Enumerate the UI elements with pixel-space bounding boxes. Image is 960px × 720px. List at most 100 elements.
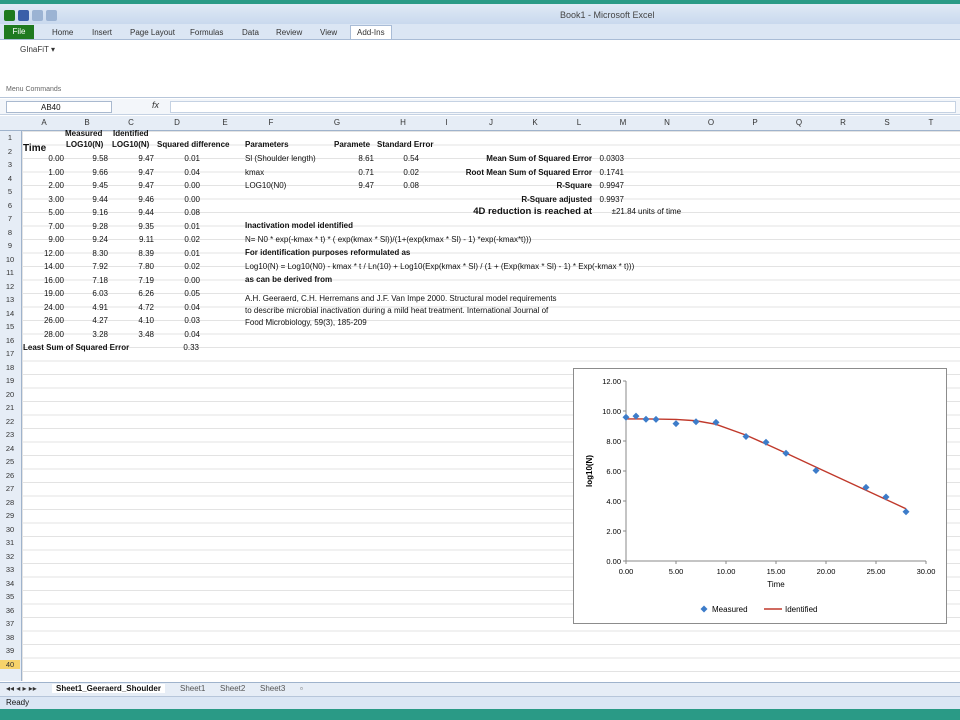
header-standard-error[interactable]: Standard Error — [377, 139, 433, 151]
data-cell[interactable]: 3.28 — [66, 329, 108, 341]
row-header[interactable]: 38 — [0, 633, 20, 642]
data-cell[interactable]: 9.66 — [66, 167, 108, 179]
data-cell[interactable]: 26.00 — [22, 315, 64, 327]
data-cell[interactable]: 9.58 — [66, 153, 108, 165]
tab-add-ins[interactable]: Add-Ins — [350, 25, 392, 39]
header-parameters[interactable]: Parameters — [245, 139, 289, 151]
data-cell[interactable]: 4.27 — [66, 315, 108, 327]
stat-value[interactable]: 0.0303 — [582, 153, 624, 165]
row-header[interactable]: 24 — [0, 444, 20, 453]
data-cell[interactable]: 7.80 — [112, 261, 154, 273]
inactivation-chart[interactable]: 0.00 2.00 4.00 6.00 8.00 10.00 12.00 0.00 5.00 10… — [573, 368, 947, 624]
row-header[interactable]: 35 — [0, 592, 20, 601]
tab-insert[interactable]: Insert — [92, 26, 112, 40]
row-header[interactable]: 17 — [0, 349, 20, 358]
data-cell[interactable]: 4.72 — [112, 302, 154, 314]
data-cell[interactable]: 0.00 — [22, 153, 64, 165]
stat-value[interactable]: 0.9947 — [582, 180, 624, 192]
row-header[interactable]: 28 — [0, 498, 20, 507]
reformulated-title[interactable]: For identification purposes reformulated… — [245, 247, 410, 259]
row-header[interactable]: 2 — [0, 147, 20, 156]
tab-formulas[interactable]: Formulas — [190, 26, 223, 40]
row-header[interactable]: 3 — [0, 160, 20, 169]
param-value[interactable]: 8.61 — [332, 153, 374, 165]
data-cell[interactable]: 7.19 — [112, 275, 154, 287]
column-header[interactable]: J — [469, 118, 513, 127]
model-title[interactable]: Inactivation model identified — [245, 220, 353, 232]
param-name[interactable]: kmax — [245, 167, 264, 179]
row-header[interactable]: 7 — [0, 214, 20, 223]
row-header[interactable]: 36 — [0, 606, 20, 615]
row-header[interactable]: 5 — [0, 187, 20, 196]
data-cell[interactable]: 9.35 — [112, 221, 154, 233]
column-header[interactable]: N — [645, 118, 689, 127]
header-squared-difference[interactable]: Squared difference — [157, 139, 229, 151]
row-header[interactable]: 1 — [0, 133, 20, 142]
derived-from-label[interactable]: as can be derived from — [245, 274, 332, 286]
formula-input[interactable] — [170, 101, 956, 113]
undo-icon[interactable] — [32, 10, 43, 21]
row-header[interactable]: 8 — [0, 228, 20, 237]
column-header[interactable]: U — [953, 118, 960, 127]
data-cell[interactable]: 9.44 — [112, 207, 154, 219]
row-header[interactable]: 4 — [0, 174, 20, 183]
row-header[interactable]: 29 — [0, 511, 20, 520]
header-parameter-value[interactable]: Paramete — [334, 139, 370, 151]
row-header[interactable]: 26 — [0, 471, 20, 480]
tab-page-layout[interactable]: Page Layout — [130, 26, 175, 40]
row-header[interactable]: 31 — [0, 538, 20, 547]
stat-label[interactable]: Root Mean Sum of Squared Error — [422, 167, 592, 179]
reduction-unit[interactable]: units of time — [638, 206, 681, 218]
redo-icon[interactable] — [46, 10, 57, 21]
data-cell[interactable]: 7.00 — [22, 221, 64, 233]
reformulated-formula[interactable]: Log10(N) = Log10(N0) - kmax * t / Ln(10)… — [245, 261, 634, 273]
ginafit-menu-button[interactable]: GInaFiT ▾ — [20, 45, 55, 54]
stat-label[interactable]: R-Square adjusted — [422, 194, 592, 206]
insert-function-icon[interactable]: fx — [152, 100, 159, 110]
tab-data[interactable]: Data — [242, 26, 259, 40]
data-cell[interactable]: 4.91 — [66, 302, 108, 314]
data-cell[interactable]: 1.00 — [22, 167, 64, 179]
row-header[interactable]: 14 — [0, 309, 20, 318]
data-cell[interactable]: 3.00 — [22, 194, 64, 206]
row-header[interactable]: 25 — [0, 457, 20, 466]
row-header[interactable]: 20 — [0, 390, 20, 399]
header-log-measured[interactable]: LOG10(N) — [66, 139, 103, 151]
data-cell[interactable]: 28.00 — [22, 329, 64, 341]
row-header[interactable]: 22 — [0, 417, 20, 426]
reference-line-1[interactable]: A.H. Geeraerd, C.H. Herremans and J.F. V… — [245, 293, 557, 305]
row-header[interactable]: 33 — [0, 565, 20, 574]
column-header[interactable]: K — [513, 118, 557, 127]
row-header[interactable]: 21 — [0, 403, 20, 412]
sheet-nav-arrows[interactable]: ◂◂ ◂ ▸ ▸▸ — [6, 684, 37, 693]
column-header[interactable]: R — [821, 118, 865, 127]
column-header[interactable]: T — [909, 118, 953, 127]
data-cell[interactable]: 2.00 — [22, 180, 64, 192]
reference-line-2[interactable]: to describe microbial inactivation durin… — [245, 305, 548, 317]
row-header[interactable]: 6 — [0, 201, 20, 210]
row-header[interactable]: 15 — [0, 322, 20, 331]
tab-file[interactable]: File — [4, 25, 34, 39]
column-header[interactable]: I — [424, 118, 469, 127]
data-cell[interactable]: 8.30 — [66, 248, 108, 260]
column-header[interactable]: D — [154, 118, 200, 127]
tab-review[interactable]: Review — [276, 26, 302, 40]
sheet-tab-sheet2[interactable]: Sheet2 — [220, 684, 245, 693]
header-log-identified[interactable]: LOG10(N) — [112, 139, 149, 151]
param-se[interactable]: 0.02 — [377, 167, 419, 179]
data-cell[interactable]: 9.28 — [66, 221, 108, 233]
data-cell[interactable]: 19.00 — [22, 288, 64, 300]
row-header[interactable]: 23 — [0, 430, 20, 439]
sheet-tab-sheet3[interactable]: Sheet3 — [260, 684, 285, 693]
row-header[interactable]: 34 — [0, 579, 20, 588]
row-header[interactable]: 11 — [0, 268, 20, 277]
data-cell[interactable]: 0.01 — [158, 221, 200, 233]
column-header[interactable]: S — [865, 118, 909, 127]
column-header[interactable]: O — [689, 118, 733, 127]
data-cell[interactable]: 6.03 — [66, 288, 108, 300]
param-se[interactable]: 0.54 — [377, 153, 419, 165]
data-cell[interactable]: 0.05 — [158, 288, 200, 300]
data-cell[interactable]: 0.03 — [158, 315, 200, 327]
column-header[interactable]: G — [292, 118, 382, 127]
tab-home[interactable]: Home — [52, 26, 73, 40]
